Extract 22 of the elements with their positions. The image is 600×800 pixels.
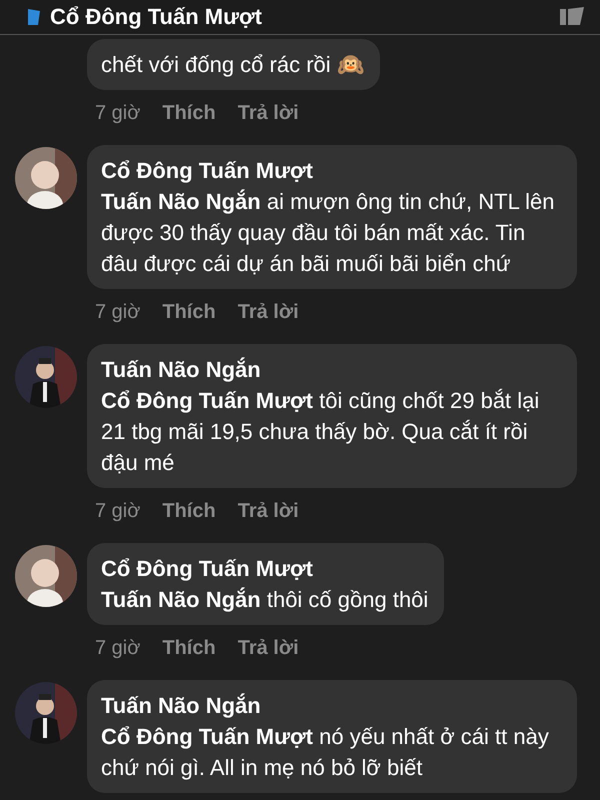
- comment-text: chết với đống cổ rác rồi 🙉: [101, 51, 364, 79]
- comment-text: Cổ Đông Tuấn Mượt nó yếu nhất ở cái tt này chứ nói gì. All in mẹ nó bỏ lỡ biết: [101, 723, 550, 782]
- reply-link[interactable]: Trả lời: [238, 301, 299, 324]
- comment-author: Cổ Đông Tuấn Mượt: [101, 157, 314, 185]
- comment-time: 7 giờ: [95, 102, 140, 125]
- reply-link[interactable]: Trả lời: [238, 500, 299, 523]
- comment-text: Tuấn Não Ngắn thôi cố gồng thôi: [101, 586, 428, 614]
- reply-link[interactable]: Trả lời: [238, 102, 299, 125]
- like-link[interactable]: Thích: [162, 500, 216, 523]
- comment-author: Cổ Đông Tuấn Mượt: [101, 555, 314, 583]
- comment-author: Tuấn Não Ngắn: [101, 692, 262, 720]
- comment-text: Tuấn Não Ngắn ai mượn ông tin chứ, NTL lên được 30 thấy quay đầu tôi bán mất xác. Tin đâu được cái dự án bãi muối bãi biển chứ: [101, 188, 556, 278]
- page-title: Cổ Đông Tuấn Mượt: [50, 4, 262, 30]
- like-link[interactable]: Thích: [162, 301, 216, 324]
- comment-text: Cổ Đông Tuấn Mượt tôi cũng chốt 29 bắt lại 21 tbg mãi 19,5 chưa thấy bờ. Qua cắt ít rồi đậu mé: [101, 387, 540, 477]
- comment-author: Tuấn Não Ngắn: [101, 356, 262, 384]
- like-link[interactable]: Thích: [162, 637, 216, 660]
- comment-time: 7 giờ: [95, 500, 140, 523]
- reply-link[interactable]: Trả lời: [238, 637, 299, 660]
- like-link[interactable]: Thích: [162, 102, 216, 125]
- comment-time: 7 giờ: [95, 301, 140, 324]
- comment-time: 7 giờ: [95, 637, 140, 660]
